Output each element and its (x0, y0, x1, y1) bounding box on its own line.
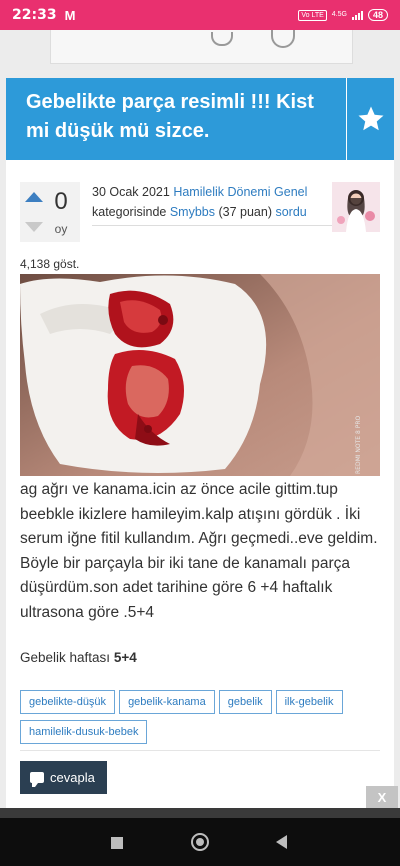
close-ad-button[interactable]: X (366, 786, 398, 808)
ad-graphic (271, 30, 295, 48)
pregnancy-week-value: 5+4 (113, 650, 137, 665)
system-nav-bar (0, 818, 400, 866)
status-bar: 22:33 M Vo LTE 4.5G 48 (0, 0, 400, 30)
star-icon (358, 106, 383, 131)
pregnancy-week-label: Gebelik haftası (20, 650, 111, 665)
vote-up-icon[interactable] (25, 192, 43, 202)
photo-watermark: REDMI NOTE 8 PRO (355, 415, 362, 474)
question-photo[interactable]: REDMI NOTE 8 PRO (20, 274, 380, 476)
question-card: 0 oy 30 Ocak 2021 Hamilelik Dönemi Genel… (6, 160, 394, 808)
category-link[interactable]: Hamilelik Dönemi Genel (173, 185, 307, 199)
view-count: 4,138 göst. (20, 257, 80, 271)
pregnancy-week: Gebelik haftası 5+4 (20, 650, 137, 665)
tag-item[interactable]: ilk-gebelik (275, 690, 343, 714)
vote-label: oy (54, 222, 68, 236)
top-ad-banner[interactable] (50, 30, 353, 64)
divider (20, 750, 380, 751)
vote-count: 0 (54, 188, 68, 215)
comment-icon (30, 772, 44, 787)
vote-box: 0 oy (20, 182, 80, 242)
avatar[interactable] (332, 182, 380, 232)
nav-back-icon[interactable] (276, 835, 287, 849)
bottom-ad-strip (0, 808, 400, 818)
tag-item[interactable]: hamilelik-dusuk-bebek (20, 720, 148, 744)
question-date: 30 Ocak 2021 (92, 185, 170, 199)
user-link[interactable]: Smybbs (170, 205, 215, 219)
user-points: (37 puan) (218, 205, 272, 219)
ad-graphic (211, 32, 233, 46)
mail-icon: M (64, 7, 76, 23)
nav-recent-icon[interactable] (111, 837, 123, 849)
tag-list: gebelikte-düşük gebelik-kanama gebelik i… (20, 690, 384, 744)
reply-label: cevapla (50, 770, 95, 785)
vote-down-icon[interactable] (25, 222, 43, 232)
nav-home-icon[interactable] (191, 833, 209, 851)
tag-item[interactable]: gebelik (218, 690, 272, 714)
category-suffix: kategorisinde (92, 205, 167, 219)
favorite-button[interactable] (346, 78, 394, 160)
question-title: Gebelikte parça resimli !!! Kist mi düşü… (26, 91, 314, 142)
tag-item[interactable]: gebelikte-düşük (20, 690, 116, 714)
volte-indicator: Vo LTE (298, 9, 327, 21)
asked-link[interactable]: sordu (275, 205, 306, 219)
tag-item[interactable]: gebelik-kanama (119, 690, 215, 714)
question-meta: 30 Ocak 2021 Hamilelik Dönemi Genel kate… (92, 182, 332, 226)
reply-button[interactable]: cevapla (20, 761, 107, 794)
network-generation: 4.5G (331, 11, 347, 18)
question-body: ag ağrı ve kanama.icin az önce acile git… (20, 481, 378, 621)
status-time: 22:33 (12, 7, 57, 23)
battery-icon: 48 (367, 9, 388, 21)
signal-icon (351, 10, 363, 20)
status-right: Vo LTE 4.5G 48 (298, 9, 388, 21)
question-title-banner: Gebelikte parça resimli !!! Kist mi düşü… (6, 78, 394, 160)
